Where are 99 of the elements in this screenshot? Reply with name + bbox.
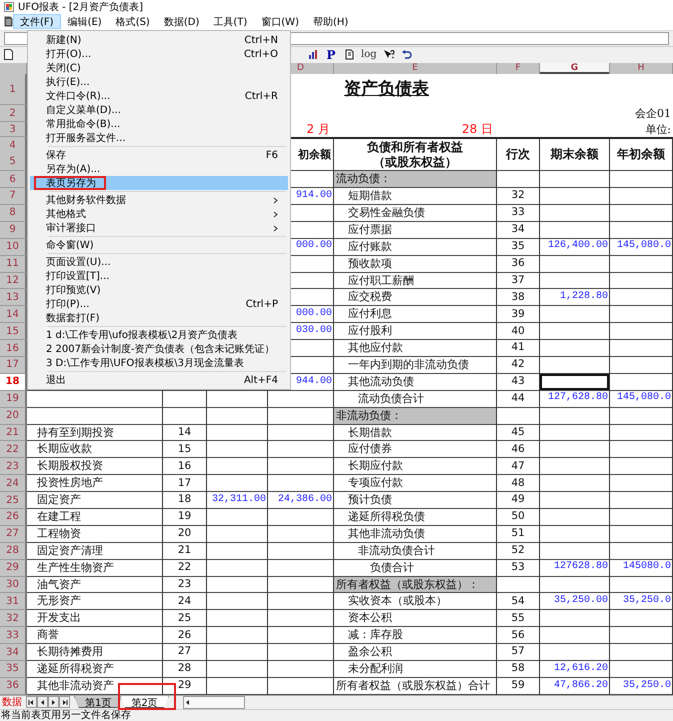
sheet-tab[interactable]: 第2页 (120, 696, 169, 708)
menu-item[interactable]: 执行(E)... (30, 75, 288, 89)
column-header[interactable]: E (334, 62, 497, 74)
previous-icon (39, 698, 46, 706)
row-number[interactable]: 18 (0, 374, 25, 390)
next-icon (50, 698, 57, 706)
first-icon (28, 698, 35, 706)
row-number[interactable]: 33 (0, 627, 25, 644)
row-number[interactable]: 23 (0, 458, 25, 474)
table-cell-text: 会企01 (634, 106, 672, 122)
document-icon (344, 49, 354, 60)
row-number[interactable]: 34 (0, 644, 25, 660)
toolbar-button[interactable]: P (325, 48, 337, 62)
row-number[interactable]: 4 (0, 137, 25, 154)
last-sheet-button[interactable] (59, 696, 70, 708)
row-number[interactable]: 22 (0, 441, 25, 458)
menu-item[interactable]: 其他格式 (30, 207, 288, 221)
row-number[interactable]: 3 (0, 122, 25, 136)
menu-bar-item[interactable]: 文件(F) (13, 14, 61, 30)
shortcut-label: Ctrl+N (244, 34, 278, 46)
menu-bar-item[interactable]: 工具(T) (206, 14, 254, 30)
menu-item[interactable]: 打开(O)... Ctrl+O (30, 47, 288, 61)
menu-item[interactable]: 常用批命令(B)... (30, 117, 288, 131)
undo-icon (401, 50, 412, 60)
sheet-title: 资产负债表 (343, 78, 430, 101)
toolbar-button[interactable]: log (361, 48, 377, 62)
sheet-tab[interactable]: 第1页 (74, 696, 122, 708)
row-number[interactable]: 20 (0, 408, 25, 424)
menu-item[interactable]: 打印预览(V) (30, 283, 288, 297)
menu-bar-item[interactable]: 编辑(E) (60, 14, 109, 30)
menu-item[interactable]: 自定义菜单(D)... (30, 103, 288, 117)
row-number[interactable]: 12 (0, 272, 25, 288)
row-number[interactable]: 15 (0, 323, 25, 340)
row-number[interactable]: 13 (0, 289, 25, 306)
column-heading: （或股东权益） (373, 154, 457, 170)
row-number[interactable]: 16 (0, 340, 25, 356)
row-number[interactable]: 19 (0, 390, 25, 407)
row-number[interactable]: 31 (0, 593, 25, 610)
row-number[interactable]: 36 (0, 678, 25, 694)
table-cell-text: 单位: (644, 122, 672, 138)
row-number[interactable]: 28 (0, 542, 25, 559)
first-sheet-button[interactable] (26, 696, 37, 708)
table-cell: 流动负债： (334, 171, 497, 188)
row-number[interactable]: 11 (0, 256, 25, 272)
menu-item[interactable]: 2 2007新会计制度-资产负债表（包含未记账凭证） (30, 342, 288, 356)
row-number[interactable]: 2 (0, 105, 25, 122)
menu-item[interactable]: 文件口令(R)... Ctrl+R (30, 89, 288, 103)
menu-item[interactable]: 新建(N) Ctrl+N (30, 33, 288, 47)
table-cell-text: 28 日 (460, 122, 494, 138)
window-title: UFO报表 - [2月资产负债表] (18, 0, 144, 14)
chart-icon (308, 49, 318, 60)
menu-item[interactable]: 3 D:\工作专用\UFO报表模板\3月现金流量表 (30, 356, 288, 370)
help-icon (382, 49, 395, 60)
table-cell: 所有者权益（或股东权益）： (334, 576, 497, 594)
row-number[interactable]: 6 (0, 171, 25, 188)
scroll-bar[interactable] (182, 696, 245, 709)
scroll-left-icon (184, 698, 191, 706)
shortcut-label: Ctrl+R (244, 90, 278, 102)
row-number[interactable]: 21 (0, 424, 25, 440)
row-number[interactable]: 17 (0, 356, 25, 373)
row-number[interactable]: 25 (0, 492, 25, 508)
row-number[interactable]: 9 (0, 222, 25, 238)
last-icon (61, 698, 68, 706)
menu-bar-item[interactable]: 帮助(H) (306, 14, 356, 30)
column-header[interactable]: F (497, 62, 540, 74)
shortcut-label: Ctrl+O (244, 48, 278, 60)
menu-bar-item[interactable]: 格式(S) (108, 14, 157, 30)
menu-bar-item[interactable]: 数据(D) (156, 14, 206, 30)
row-number[interactable]: 14 (0, 306, 25, 322)
row-number[interactable]: 35 (0, 660, 25, 677)
table-cell: 非流动负债： (334, 408, 497, 425)
previous-sheet-button[interactable] (37, 696, 48, 708)
shortcut-label: F6 (266, 150, 278, 160)
menu-item[interactable]: 打印设置[T]... (30, 269, 288, 283)
mode-label: 数据 (1, 696, 23, 710)
menu-bar-item[interactable]: 窗口(W) (254, 14, 306, 30)
document-icon[interactable] (4, 16, 13, 28)
table-cell (540, 356, 610, 374)
row-number[interactable]: 32 (0, 610, 25, 626)
row-number[interactable]: 30 (0, 576, 25, 592)
row-number[interactable]: 29 (0, 560, 25, 576)
menu-item[interactable]: 表页另存为 (30, 176, 288, 190)
row-number[interactable]: 10 (0, 238, 25, 255)
new-file-icon[interactable] (4, 49, 13, 60)
row-number[interactable]: 7 (0, 188, 25, 204)
row-number[interactable]: 5 (0, 154, 25, 170)
column-header[interactable]: G (540, 62, 610, 74)
row-number[interactable]: 26 (0, 508, 25, 525)
row-number[interactable]: 24 (0, 475, 25, 492)
row-number[interactable]: 1 (0, 74, 25, 104)
menu-item[interactable]: 审计署接口 (30, 221, 288, 235)
row-number[interactable]: 27 (0, 526, 25, 542)
status-text: 将当前表页用另一文件名保存 (0, 708, 673, 721)
column-header[interactable]: H (610, 62, 673, 74)
next-sheet-button[interactable] (48, 696, 59, 708)
column-heading: 负债和所有者权益 (367, 140, 463, 155)
table-cell-text: 2 月 (306, 122, 331, 138)
menu-item[interactable]: 页面设置(U)... (30, 255, 288, 269)
row-number[interactable]: 8 (0, 204, 25, 221)
